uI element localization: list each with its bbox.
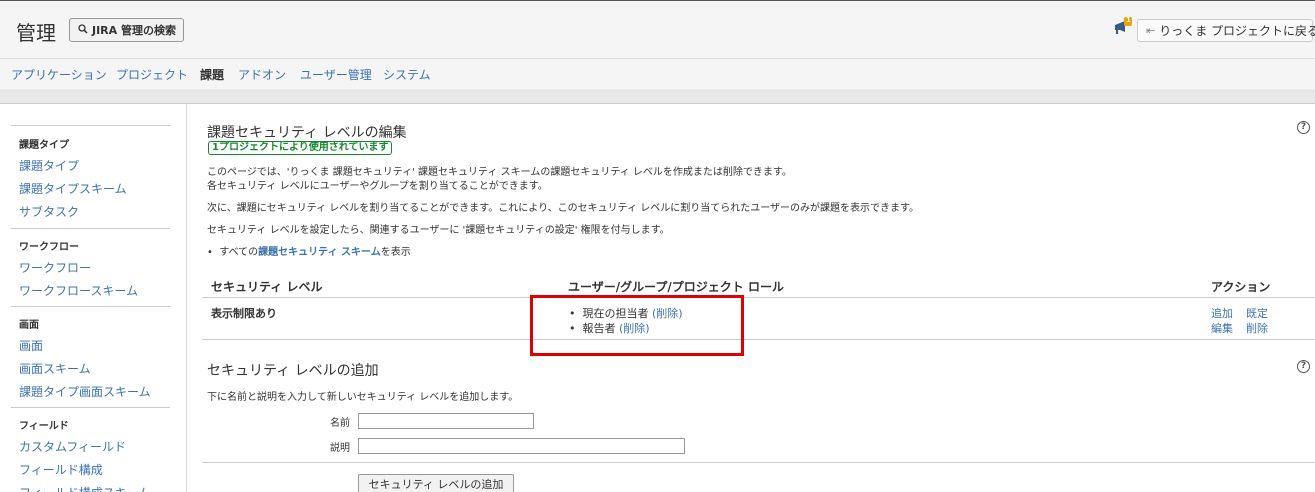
table-divider: [202, 339, 1315, 340]
name-input[interactable]: [358, 413, 534, 429]
tab-issues[interactable]: 課題: [200, 66, 224, 83]
view-all-suffix: を表示: [380, 247, 411, 258]
tab-user-management[interactable]: ユーザー管理: [300, 66, 372, 83]
tab-system[interactable]: システム: [383, 66, 431, 83]
notification-icon[interactable]: 1: [1113, 16, 1133, 37]
description-line: 次に、課題にセキュリティ レベルを割り当てることができます。これにより、このセキ…: [207, 203, 920, 214]
sidebar-item-issue-types[interactable]: 課題タイプ: [19, 157, 79, 174]
nav-subbar: [0, 89, 1315, 104]
top-header: 管理 JIRA 管理の検索 1 ⇤ りっくま プロジェクトに戻る: [0, 0, 1315, 58]
back-arrow-icon: ⇤: [1146, 24, 1156, 37]
admin-search-label: JIRA 管理の検索: [92, 24, 176, 37]
tab-applications[interactable]: アプリケーション: [11, 66, 107, 83]
sidebar-divider: [11, 407, 170, 408]
sidebar-item-subtasks[interactable]: サブタスク: [19, 203, 79, 220]
name-label: 名前: [330, 418, 350, 429]
description-input[interactable]: [358, 438, 685, 454]
edit-action-link[interactable]: 編集: [1211, 320, 1233, 336]
sidebar-divider: [11, 306, 170, 307]
add-action-link[interactable]: 追加: [1211, 305, 1233, 321]
admin-search-button[interactable]: JIRA 管理の検索: [69, 18, 184, 42]
description-line: このページでは、'りっくま 課題セキュリティ' 課題セキュリティ スキームの課題…: [207, 167, 792, 178]
sidebar-heading-issue-types: 課題タイプ: [19, 140, 69, 151]
page-title: 課題セキュリティ レベルの編集: [207, 125, 407, 141]
usage-lozenge[interactable]: 1プロジェクトにより使用されています: [208, 141, 393, 155]
default-action-link[interactable]: 既定: [1246, 305, 1268, 321]
sidebar-heading-workflows: ワークフロー: [19, 242, 79, 253]
sidebar-item-issue-type-schemes[interactable]: 課題タイプスキーム: [19, 180, 127, 197]
page-header-title: 管理: [16, 21, 56, 45]
back-to-project-label: りっくま プロジェクトに戻る: [1159, 24, 1315, 38]
search-icon: [78, 23, 88, 37]
add-security-level-button[interactable]: セキュリティ レベルの追加: [358, 474, 514, 492]
add-level-description: 下に名前と説明を入力して新しいセキュリティ レベルを追加します。: [207, 392, 519, 403]
issue-security-schemes-link[interactable]: 課題セキュリティ スキーム: [258, 247, 381, 258]
sidebar-item-custom-fields[interactable]: カスタムフィールド: [19, 438, 126, 455]
form-divider: [202, 462, 1315, 463]
sidebar-divider: [11, 125, 170, 126]
view-all-schemes-item: • すべての課題セキュリティ スキームを表示: [207, 243, 411, 258]
description-line: セキュリティ レベルを設定したら、関連するユーザーに '課題セキュリティの設定'…: [207, 225, 670, 236]
description-label: 説明: [330, 443, 350, 454]
back-to-project-button[interactable]: ⇤ りっくま プロジェクトに戻る: [1137, 19, 1315, 42]
admin-sidebar: 課題タイプ 課題タイプ 課題タイプスキーム サブタスク ワークフロー ワークフロ…: [0, 104, 187, 492]
sidebar-item-workflow-schemes[interactable]: ワークフロースキーム: [19, 282, 138, 299]
column-header-actions: アクション: [1211, 280, 1271, 294]
description-line: 各セキュリティ レベルにユーザーやグループを割り当てることができます。: [207, 181, 548, 192]
sidebar-heading-fields: フィールド: [19, 421, 69, 432]
sidebar-divider: [11, 228, 170, 229]
sidebar-item-workflows[interactable]: ワークフロー: [19, 259, 91, 276]
sidebar-item-field-configuration-schemes[interactable]: フィールド構成スキーム: [19, 484, 150, 492]
help-icon[interactable]: ?: [1297, 360, 1310, 373]
add-level-title: セキュリティ レベルの追加: [207, 363, 379, 379]
sidebar-heading-screens: 画面: [19, 320, 39, 331]
admin-nav: アプリケーション プロジェクト 課題 アドオン ユーザー管理 システム: [0, 58, 1315, 89]
view-all-prefix: すべての: [219, 247, 259, 258]
sidebar-item-field-configurations[interactable]: フィールド構成: [19, 461, 103, 478]
table-divider: [202, 297, 1315, 298]
sidebar-item-screens[interactable]: 画面: [19, 337, 43, 354]
tab-addons[interactable]: アドオン: [238, 66, 286, 83]
bullet: •: [207, 247, 220, 258]
sidebar-item-screen-schemes[interactable]: 画面スキーム: [19, 360, 91, 377]
tab-projects[interactable]: プロジェクト: [116, 66, 188, 83]
column-header-security-level: セキュリティ レベル: [211, 280, 323, 294]
column-header-members: ユーザー/グループ/プロジェクト ロール: [568, 280, 784, 294]
help-icon[interactable]: ?: [1297, 121, 1310, 134]
security-level-name: 表示制限あり: [211, 307, 277, 320]
notification-count: 1: [1126, 16, 1131, 24]
main-content: 課題セキュリティ レベルの編集 ? 1プロジェクトにより使用されています このペ…: [187, 104, 1315, 492]
delete-action-link[interactable]: 削除: [1246, 320, 1268, 336]
annotation-highlight-box: [530, 295, 744, 356]
sidebar-item-issue-type-screen-schemes[interactable]: 課題タイプ画面スキーム: [19, 383, 151, 400]
